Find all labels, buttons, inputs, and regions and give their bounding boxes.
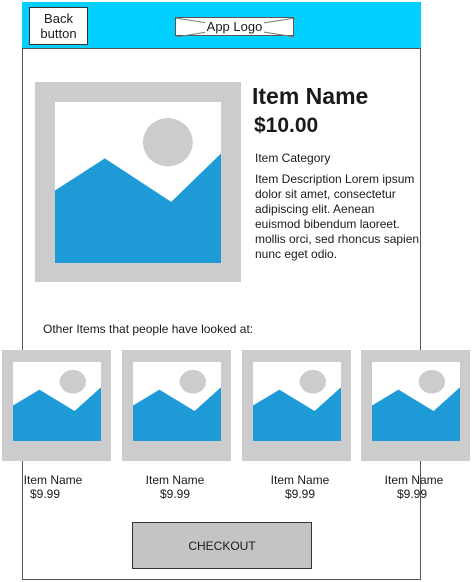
logo-label: App Logo bbox=[204, 19, 265, 34]
product-category: Item Category bbox=[255, 151, 331, 165]
related-item-name[interactable]: Item Name bbox=[130, 473, 220, 487]
related-item-price: $9.99 bbox=[396, 487, 428, 501]
related-item-name[interactable]: Item Name bbox=[8, 473, 98, 487]
product-image bbox=[35, 82, 241, 282]
checkout-button[interactable]: CHECKOUT bbox=[132, 522, 312, 569]
related-item-price: $9.99 bbox=[159, 487, 191, 501]
related-item-name[interactable]: Item Name bbox=[369, 473, 459, 487]
product-description: Item Description Lorem ipsum dolor sit a… bbox=[255, 172, 420, 261]
related-item-image[interactable] bbox=[242, 350, 351, 461]
related-item-image[interactable] bbox=[2, 350, 111, 461]
image-placeholder-icon bbox=[13, 369, 101, 441]
related-item-price: $9.99 bbox=[284, 487, 316, 501]
related-items-label: Other Items that people have looked at: bbox=[43, 322, 254, 336]
related-item-image[interactable] bbox=[122, 350, 231, 461]
related-item-name[interactable]: Item Name bbox=[255, 473, 345, 487]
back-button[interactable]: Back button bbox=[29, 7, 88, 45]
app-logo: App Logo bbox=[175, 17, 295, 37]
image-placeholder-icon bbox=[253, 369, 341, 441]
image-placeholder-icon bbox=[133, 369, 221, 441]
image-placeholder-icon bbox=[55, 118, 221, 263]
related-item-image[interactable] bbox=[361, 350, 470, 461]
related-item-price: $9.99 bbox=[29, 487, 61, 501]
product-price: $10.00 bbox=[254, 114, 319, 137]
image-placeholder-icon bbox=[372, 369, 460, 441]
product-name: Item Name bbox=[252, 83, 369, 109]
